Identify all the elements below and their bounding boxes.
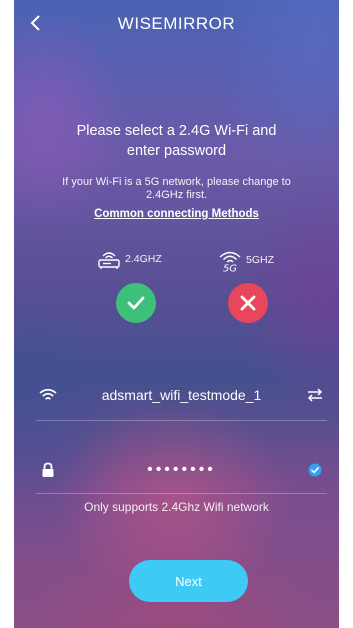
cross-icon — [240, 295, 256, 311]
next-button[interactable]: Next — [129, 560, 248, 602]
router-icon — [98, 252, 120, 269]
instruction-headline: Please select a 2.4G Wi-Fi and enter pas… — [34, 121, 319, 161]
password-input[interactable]: •••••••• — [60, 461, 303, 479]
password-verified-icon — [303, 462, 327, 478]
band-note: If your Wi-Fi is a 5G network, please ch… — [18, 176, 335, 202]
common-methods-link[interactable]: Common connecting Methods — [14, 208, 339, 220]
wifi-5g-icon: 5G — [219, 251, 241, 273]
band-5ghz-label: 5GHZ — [246, 254, 275, 266]
wifi-icon — [36, 388, 60, 402]
divider — [36, 493, 327, 494]
band-2-4ghz: 2.4GHZ — [96, 248, 162, 270]
support-note: Only supports 2.4Ghz Wifi network — [84, 500, 269, 514]
divider — [36, 420, 327, 421]
switch-network-icon[interactable] — [303, 388, 327, 402]
band-2-4ghz-label: 2.4GHZ — [125, 253, 162, 265]
password-row[interactable]: •••••••• — [36, 450, 327, 490]
headline-line-1: Please select a 2.4G Wi-Fi and — [76, 123, 277, 139]
band-5g-badge: 5G — [223, 264, 237, 273]
band-5ghz: 5G 5GHZ — [217, 248, 274, 272]
note-line-2: 2.4GHz first. — [145, 189, 208, 201]
supported-status — [116, 283, 156, 323]
lock-icon — [36, 462, 60, 478]
checkmark-icon — [127, 296, 145, 310]
app-screen: WISEMIRROR Please select a 2.4G Wi-Fi an… — [14, 0, 339, 628]
wifi-ssid: adsmart_wifi_testmode_1 — [101, 387, 262, 403]
headline-line-2: enter password — [126, 143, 227, 159]
wifi-network-row[interactable]: adsmart_wifi_testmode_1 — [36, 375, 327, 415]
note-line-1: If your Wi-Fi is a 5G network, please ch… — [62, 176, 291, 188]
page-title: WISEMIRROR — [117, 14, 236, 33]
unsupported-status — [228, 283, 268, 323]
